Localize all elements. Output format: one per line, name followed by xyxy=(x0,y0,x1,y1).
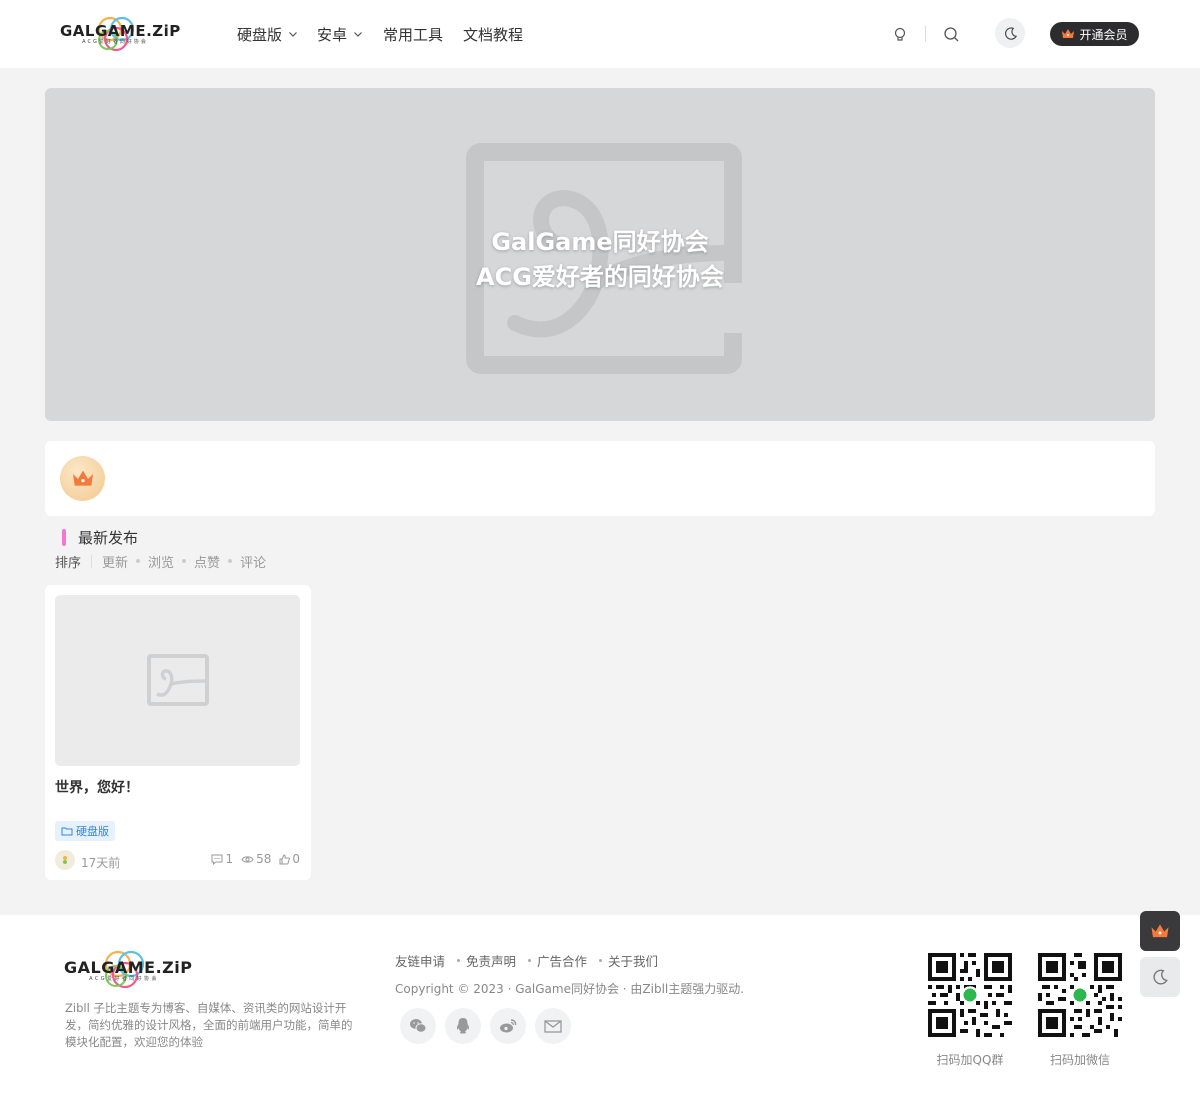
header-divider xyxy=(925,26,926,42)
dot-separator xyxy=(182,559,187,563)
post-thumbnail[interactable] xyxy=(55,595,300,766)
site-logo[interactable]: GALGAME.ZiP ACG爱好者同好协会 xyxy=(60,14,180,54)
crown-icon xyxy=(1151,923,1169,937)
moon-icon xyxy=(1004,26,1017,40)
logo-tagline: ACG爱好者同好协会 xyxy=(89,976,159,982)
vip-button[interactable]: 开通会员 xyxy=(1050,22,1139,46)
vip-button-label: 开通会员 xyxy=(1079,27,1128,42)
weibo-button[interactable] xyxy=(490,1008,526,1044)
user-panel xyxy=(45,441,1155,516)
post-stats: 1 58 0 xyxy=(211,852,300,866)
wechat-qrcode xyxy=(1038,953,1122,1037)
search-icon[interactable] xyxy=(941,24,961,44)
wechat-caption: 扫码加微信 xyxy=(1049,1053,1110,1067)
nav-item-label: 硬盘版 xyxy=(237,25,283,44)
dot-separator xyxy=(599,959,603,962)
crown-icon xyxy=(1062,29,1075,38)
thumbs-up-icon xyxy=(279,853,291,864)
nav-item-docs[interactable]: 文档教程 xyxy=(463,24,523,44)
section-accent-bar xyxy=(62,529,66,546)
wechat-button[interactable] xyxy=(400,1008,436,1044)
qrcode-icon xyxy=(1038,953,1122,1037)
footer-link-about[interactable]: 关于我们 xyxy=(608,951,658,970)
moon-icon xyxy=(1153,969,1168,985)
site-header: GALGAME.ZiP ACG爱好者同好协会 硬盘版 安卓 常用工具 文档教程 … xyxy=(0,0,1200,68)
sort-option-comments[interactable]: 评论 xyxy=(240,552,266,571)
dot-separator xyxy=(136,559,141,563)
like-count[interactable]: 0 xyxy=(279,852,300,866)
view-count: 58 xyxy=(241,852,271,866)
post-meta: 17天前 1 58 0 xyxy=(55,850,300,870)
section-header: 最新发布 xyxy=(62,527,138,548)
chevron-down-icon xyxy=(354,32,362,37)
sort-option-likes[interactable]: 点赞 xyxy=(194,552,220,571)
comment-count-value: 1 xyxy=(225,852,234,866)
sort-option-update[interactable]: 更新 xyxy=(102,552,128,571)
sort-label: 排序 xyxy=(55,555,82,571)
nav-item-label: 常用工具 xyxy=(383,25,444,44)
dot-separator xyxy=(457,959,461,962)
sort-bar: 排序 更新 浏览 点赞 评论 xyxy=(55,552,266,571)
post-card[interactable]: 世界，您好！ 硬盘版 17天前 1 58 0 xyxy=(45,585,311,880)
float-vip-button[interactable] xyxy=(1140,911,1180,951)
copyright: Copyright © 2023 · GalGame同好协会 · 由Zibll主… xyxy=(395,982,745,996)
nav-item-android[interactable]: 安卓 xyxy=(317,24,363,44)
footer-link-ads[interactable]: 广告合作 xyxy=(537,951,587,970)
category-label: 硬盘版 xyxy=(76,825,109,838)
nav-item-tools[interactable]: 常用工具 xyxy=(383,24,443,44)
banner-subtitle: ACG爱好者的同好协会 xyxy=(476,263,724,291)
category-tag[interactable]: 硬盘版 xyxy=(55,821,115,841)
qq-group-caption: 扫码加QQ群 xyxy=(936,1053,1004,1067)
logo-tagline: ACG爱好者同好协会 xyxy=(82,39,148,45)
footer-links: 友链申请 免责声明 广告合作 关于我们 xyxy=(395,951,658,970)
folder-icon xyxy=(61,827,73,836)
vip-avatar[interactable] xyxy=(60,456,105,501)
dot-separator xyxy=(228,559,233,563)
nav-item-harddisk[interactable]: 硬盘版 xyxy=(237,24,298,44)
crown-icon xyxy=(72,470,93,486)
author-avatar[interactable] xyxy=(55,850,75,870)
nav-item-label: 文档教程 xyxy=(463,25,524,44)
comment-count: 1 xyxy=(211,852,233,866)
post-time: 17天前 xyxy=(81,856,121,870)
float-theme-button[interactable] xyxy=(1140,957,1180,997)
mail-button[interactable] xyxy=(535,1008,571,1044)
hero-banner[interactable]: GalGame同好协会 ACG爱好者的同好协会 xyxy=(45,88,1155,421)
wechat-icon xyxy=(410,1019,427,1033)
divider xyxy=(91,554,93,568)
chevron-down-icon xyxy=(289,32,297,37)
footer-description: Zibll 子比主题专为博客、自媒体、资讯类的网站设计开发，简约优雅的设计风格，… xyxy=(65,1001,353,1049)
qq-button[interactable] xyxy=(445,1008,481,1044)
qq-icon xyxy=(456,1018,470,1034)
image-placeholder-icon xyxy=(147,654,209,706)
site-footer: GALGAME.ZiP ACG爱好者同好协会 Zibll 子比主题专为博客、自媒… xyxy=(0,915,1200,1103)
theme-toggle-button[interactable] xyxy=(995,18,1025,48)
hint-icon[interactable] xyxy=(890,24,910,44)
banner-title: GalGame同好协会 xyxy=(491,228,709,256)
eye-icon xyxy=(241,855,254,863)
section-title: 最新发布 xyxy=(78,529,139,547)
mail-icon xyxy=(544,1019,562,1033)
footer-logo[interactable]: GALGAME.ZiP ACG爱好者同好协会 xyxy=(64,948,192,990)
post-title[interactable]: 世界，您好！ xyxy=(55,777,139,797)
nav-item-label: 安卓 xyxy=(317,25,348,44)
qq-group-qrcode xyxy=(928,953,1012,1037)
view-count-value: 58 xyxy=(256,852,272,866)
qrcode-icon xyxy=(928,953,1012,1037)
weibo-icon xyxy=(500,1019,517,1033)
sort-option-views[interactable]: 浏览 xyxy=(148,552,174,571)
footer-link-disclaimer[interactable]: 免责声明 xyxy=(466,951,516,970)
footer-link-friend[interactable]: 友链申请 xyxy=(395,951,445,970)
avatar-icon xyxy=(63,856,67,864)
like-count-value: 0 xyxy=(292,852,300,866)
dot-separator xyxy=(528,959,532,962)
comment-icon xyxy=(211,854,223,865)
